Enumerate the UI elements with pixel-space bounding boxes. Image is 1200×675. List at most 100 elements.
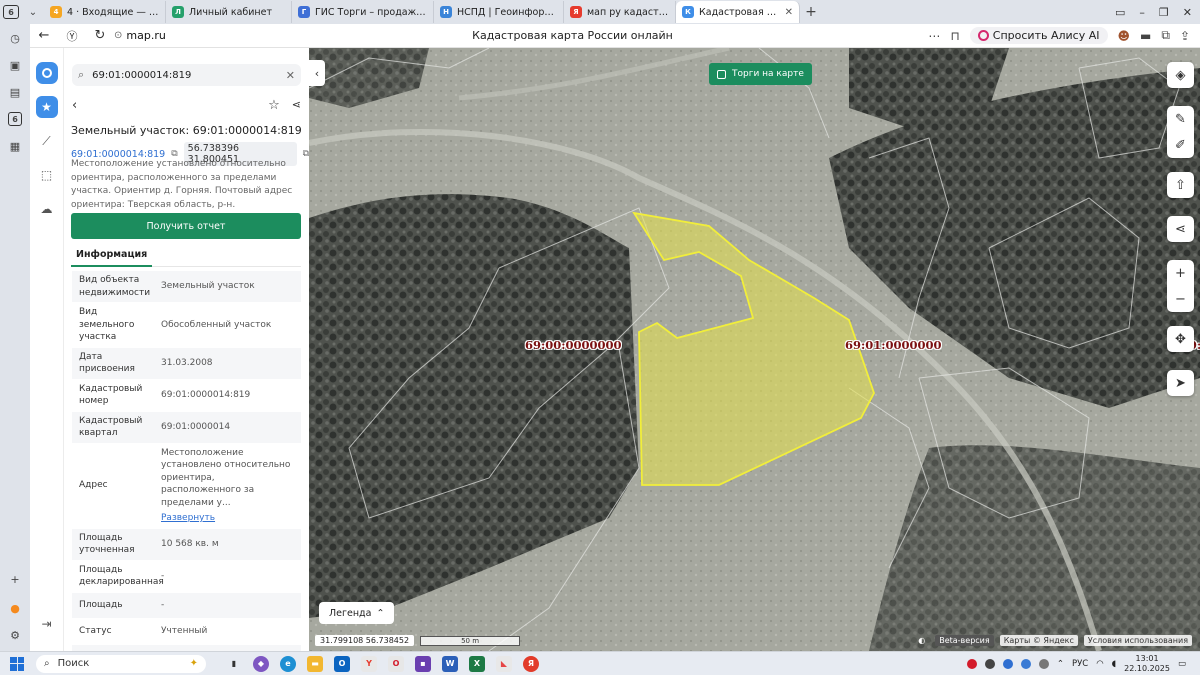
beta-badge: Beta-версия [935, 635, 994, 646]
tab-information[interactable]: Информация [71, 245, 301, 267]
shield-tray-icon[interactable] [1002, 658, 1013, 669]
tab-counter-icon[interactable]: 6 [7, 111, 23, 127]
back-button[interactable]: ← [30, 28, 58, 43]
legend-button[interactable]: Легенда ⌃ [319, 602, 395, 624]
copilot-icon[interactable]: ◆ [253, 655, 269, 672]
app-logo[interactable] [35, 62, 58, 84]
bookmark-icon[interactable]: ⊓ [950, 29, 959, 43]
bluetooth-icon[interactable] [1020, 658, 1031, 669]
sync-icon[interactable] [1038, 658, 1049, 669]
share-icon[interactable]: ⋖ [292, 98, 301, 113]
property-row: Площадь уточненная 10 568 кв. м [72, 528, 301, 561]
clear-search-icon[interactable]: ✕ [286, 69, 295, 82]
chevron-up-icon[interactable]: ⌃ [1057, 659, 1064, 669]
language-indicator[interactable]: РУС [1072, 659, 1088, 669]
downloads-icon[interactable]: ▬ [1140, 29, 1151, 43]
cloud-upload-icon[interactable]: ⇧ [1167, 172, 1194, 198]
extensions-icon[interactable]: ⧉ [1161, 28, 1170, 43]
more-icon[interactable]: ⋯ [928, 29, 940, 43]
file-explorer-icon[interactable]: ▬ [307, 655, 323, 672]
expand-address-link[interactable]: Развернуть [161, 512, 294, 525]
taskbar-search[interactable]: ⌕ Поиск ✦ [36, 654, 206, 673]
logout-icon[interactable]: ⇥ [36, 613, 58, 635]
opera-tray-icon[interactable] [966, 658, 977, 669]
alice-icon[interactable]: ● [7, 600, 23, 616]
collapse-panel-button[interactable]: ‹ [309, 60, 325, 86]
notifications-icon[interactable]: ▭ [1178, 659, 1186, 669]
zoom-out-button[interactable]: − [1167, 286, 1194, 312]
profile-avatar[interactable]: ☻ [1118, 29, 1131, 43]
pencil-icon[interactable]: ✎ [1167, 106, 1194, 132]
yandex-icon[interactable]: Ⓨ [58, 28, 86, 44]
volume-icon[interactable]: ◖ [1112, 659, 1116, 669]
browser-tab[interactable]: 4 4 · Входящие — Яндекс П [44, 1, 166, 23]
url-field[interactable]: map.ru [126, 29, 165, 42]
minimize-button[interactable]: – [1139, 6, 1145, 19]
measure-icon[interactable]: ⟋ [36, 130, 58, 152]
browser-tab[interactable]: Л Личный кабинет [166, 1, 292, 23]
anydesk-icon[interactable]: ◣ [496, 655, 512, 672]
bookmarks-icon[interactable]: ▭ [1115, 6, 1125, 19]
save-icon[interactable]: ▪ [415, 655, 431, 672]
browser-tab[interactable]: Ямап ру кадастровая карт [564, 1, 676, 23]
search-input[interactable] [92, 69, 278, 81]
locate-arrow-icon[interactable]: ➤ [1167, 370, 1194, 396]
close-window-button[interactable]: ✕ [1183, 6, 1192, 19]
clock[interactable]: 13:01 22.10.2025 [1124, 654, 1170, 674]
add-panel-icon[interactable]: + [7, 571, 23, 587]
opera-icon[interactable]: O [388, 655, 404, 672]
collections-icon[interactable]: ▣ [7, 57, 23, 73]
notes-icon[interactable]: ▤ [7, 84, 23, 100]
back-chevron-icon[interactable]: ‹ [72, 98, 77, 113]
browser-tab[interactable]: К Кадастровая карта Рос ✕ [676, 1, 800, 23]
property-row: Площадь - [72, 592, 301, 619]
new-tab-button[interactable]: + [800, 2, 822, 22]
tab-favicon-icon: Я [570, 6, 582, 18]
property-key: Кадастровый квартал [79, 415, 143, 439]
object-panel: ⌕ ✕ ‹ ☆ ⋖ Земельный участок: 69:01:00000… [64, 48, 309, 651]
wifi-icon[interactable]: ◠ [1096, 659, 1103, 669]
property-row: Кадастровый квартал 69:01:0000014 [72, 411, 301, 444]
tab-counter[interactable]: 6 [0, 2, 22, 22]
yandex-icon[interactable]: Я [523, 655, 539, 672]
select-area-icon[interactable]: ⬚ [36, 164, 58, 186]
share-icon[interactable]: ⇪ [1180, 29, 1190, 43]
property-value-text: Учтенный [161, 625, 208, 636]
edge-icon[interactable]: e [280, 655, 296, 672]
auctions-toggle[interactable]: Торги на карте [709, 63, 812, 85]
messenger-icon[interactable]: ▦ [7, 138, 23, 154]
task-view-icon[interactable]: ▮ [226, 656, 242, 672]
ask-alice-button[interactable]: Спросить Алису AI [969, 27, 1108, 44]
map-view[interactable]: Торги на карте 69:00:0000000 69:01:00000… [309, 48, 1200, 651]
tab-list-chevron-icon[interactable]: ⌄ [22, 2, 44, 22]
share-map-icon[interactable]: ⋖ [1167, 216, 1194, 242]
history-icon[interactable]: ◷ [7, 30, 23, 46]
edit-icon[interactable]: ✐ [1167, 132, 1194, 158]
settings-icon[interactable]: ⚙ [7, 627, 23, 643]
start-button[interactable] [10, 656, 24, 671]
excel-icon[interactable]: X [469, 655, 485, 672]
word-icon[interactable]: W [442, 655, 458, 672]
reload-button[interactable]: ↻ [86, 28, 114, 43]
property-value: Обособленный участок [154, 303, 301, 347]
tab-favicon-icon: Г [298, 6, 310, 18]
favorites-star-icon[interactable]: ★ [35, 96, 58, 118]
favorite-star-icon[interactable]: ☆ [268, 98, 280, 113]
yandex-browser-icon[interactable]: Y [361, 655, 377, 672]
get-report-button[interactable]: Получить отчет [71, 213, 301, 239]
move-icon[interactable]: ✥ [1167, 326, 1194, 352]
zoom-in-button[interactable]: + [1167, 260, 1194, 286]
security-tray-icon[interactable] [984, 658, 995, 669]
outlook-icon[interactable]: O [334, 655, 350, 672]
terms-link[interactable]: Условия использования [1083, 635, 1192, 646]
cloud-icon[interactable]: ☁ [36, 198, 58, 220]
browser-tab[interactable]: Г ГИС Торги – продажи гос [292, 1, 434, 23]
browser-sidebar: ◷ ▣ ▤ 6 ▦ + ● ⚙ [0, 24, 30, 651]
auctions-checkbox[interactable] [717, 69, 726, 79]
tab-favicon-icon: К [682, 6, 694, 18]
browser-tab[interactable]: Н НСПД | Геоинформацион [434, 1, 564, 23]
map-attribution: ◐ Beta-версия Карты © Яндекс Условия исп… [914, 635, 1192, 646]
maximize-button[interactable]: ❐ [1159, 6, 1169, 19]
layers-icon[interactable]: ◈ [1167, 62, 1194, 88]
close-tab-icon[interactable]: ✕ [785, 7, 793, 18]
